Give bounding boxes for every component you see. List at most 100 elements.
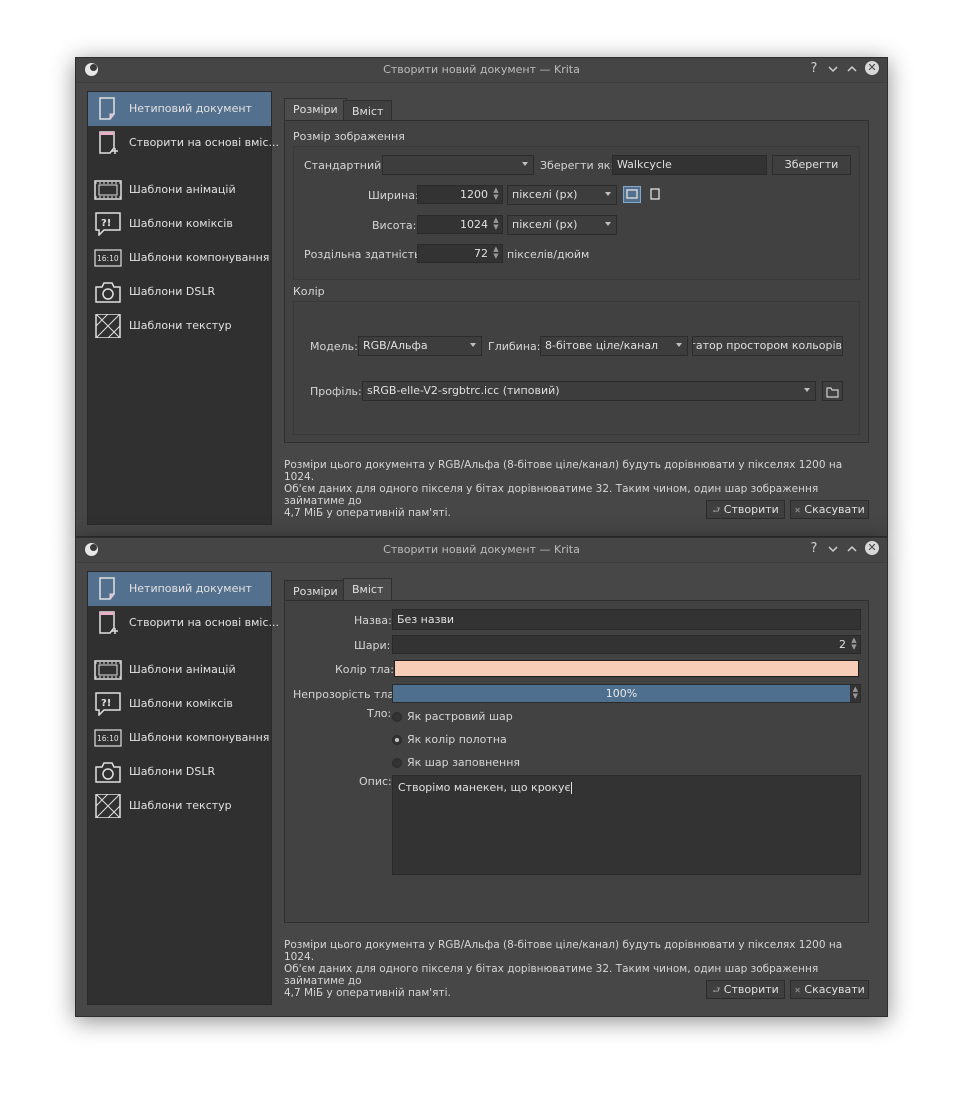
radio-button[interactable] xyxy=(392,735,402,745)
tab-dimensions[interactable]: Розміри xyxy=(284,580,347,601)
depth-label: Глибина: xyxy=(488,340,541,353)
layout-template-icon: 16:10 xyxy=(94,249,122,267)
opacity-value: 100% xyxy=(605,687,638,700)
comic-template-icon: ?! xyxy=(95,692,121,716)
create-button-label: Створити xyxy=(723,503,779,516)
save-preset-button[interactable]: Зберегти xyxy=(772,155,851,175)
new-from-clipboard-icon xyxy=(99,611,118,634)
cancel-icon: ✕ xyxy=(794,506,801,515)
dropdown-arrow-icon xyxy=(605,192,611,196)
background-opacity-slider[interactable]: 100% ▲ ▼ xyxy=(392,684,861,703)
width-label: Ширина: xyxy=(368,189,419,202)
info-line-2: Об'єм даних для одного пікселя у бітах д… xyxy=(284,963,819,987)
sidebar-item-label: Шаблони анімацій xyxy=(129,183,236,196)
sidebar-item-layout-templates[interactable]: 16:10 Шаблони компонування xyxy=(88,241,271,275)
landscape-icon xyxy=(626,189,638,199)
resolution-spinbox[interactable]: 72 ▲ ▼ xyxy=(417,244,503,263)
enter-icon: ⮐ xyxy=(712,986,721,996)
maximize-button[interactable] xyxy=(844,541,860,557)
spin-arrows-icon[interactable]: ▲ ▼ xyxy=(850,637,858,652)
radio-button[interactable] xyxy=(392,712,402,722)
layout-icon-text: 16:10 xyxy=(97,734,119,743)
sidebar-item-label: Шаблони DSLR xyxy=(129,765,216,778)
background-color-swatch[interactable] xyxy=(394,660,859,677)
height-value: 1024 xyxy=(460,218,488,231)
minimize-button[interactable] xyxy=(825,541,841,557)
resolution-unit: пікселів/дюйм xyxy=(507,248,590,261)
info-line-3: 4,7 МіБ у оперативній пам'яті. xyxy=(284,507,451,519)
content-panel: Назва: Без назви Шари: 2 ▲ ▼ Колір тла: Не… xyxy=(284,600,869,923)
cancel-button[interactable]: ✕ Скасувати xyxy=(790,500,869,519)
close-button[interactable]: ✕ xyxy=(865,541,879,555)
new-document-dialog-content: Створити новий документ — Krita ? ✕ Нети… xyxy=(75,537,888,1017)
title-bar: Створити новий документ — Krita ? ✕ xyxy=(76,538,887,563)
layers-spinbox[interactable]: 2 ▲ ▼ xyxy=(392,635,861,654)
dropdown-arrow-icon xyxy=(470,343,476,347)
help-button[interactable]: ? xyxy=(806,541,822,557)
create-button[interactable]: ⮐ Створити xyxy=(706,980,785,999)
tab-content[interactable]: Вміст xyxy=(343,100,393,121)
sidebar-item-from-clipboard[interactable]: Створити на основі вміс... xyxy=(88,606,279,640)
sidebar-item-label: Шаблони компонування xyxy=(129,731,270,744)
landscape-orientation-button[interactable] xyxy=(623,186,641,203)
color-depth-combo[interactable]: 8-бітове ціле/канал xyxy=(540,336,688,356)
sidebar-item-from-clipboard[interactable]: Створити на основі вміс... xyxy=(88,126,279,160)
tab-dimensions[interactable]: Розміри xyxy=(284,98,347,121)
color-model-combo[interactable]: RGB/Альфа xyxy=(358,336,482,356)
description-text: Створімо манекен, що крокує xyxy=(398,781,571,794)
open-profile-button[interactable] xyxy=(822,381,843,401)
portrait-orientation-button[interactable] xyxy=(647,186,663,203)
color-model-value: RGB/Альфа xyxy=(363,339,428,352)
width-spinbox[interactable]: 1200 ▲ ▼ xyxy=(417,185,503,204)
close-button[interactable]: ✕ xyxy=(865,61,879,75)
layers-value: 2 xyxy=(839,638,846,651)
sidebar-item-animation-templates[interactable]: Шаблони анімацій xyxy=(88,173,271,207)
cancel-button-label: Скасувати xyxy=(804,983,865,996)
profile-label: Профіль: xyxy=(310,385,362,398)
color-space-browser-button[interactable]: Навігатор простором кольорів xyxy=(692,336,843,356)
spin-arrows-icon[interactable]: ▲ ▼ xyxy=(492,187,500,202)
template-sidebar: Нетиповий документ Створити на основі вм… xyxy=(87,91,279,525)
width-unit-combo[interactable]: пікселі (px) xyxy=(507,185,617,205)
layout-icon-text: 16:10 xyxy=(97,254,119,263)
sidebar-item-animation-templates[interactable]: Шаблони анімацій xyxy=(88,653,271,687)
cancel-icon: ✕ xyxy=(794,986,801,995)
sidebar-item-texture-templates[interactable]: Шаблони текстур xyxy=(88,789,271,823)
create-button[interactable]: ⮐ Створити xyxy=(706,500,785,519)
spin-arrows-icon[interactable]: ▲ ▼ xyxy=(492,217,500,232)
camera-icon xyxy=(95,282,121,303)
resolution-value: 72 xyxy=(474,247,488,260)
sidebar-item-dslr-templates[interactable]: Шаблони DSLR xyxy=(88,275,271,309)
height-unit-combo[interactable]: пікселі (px) xyxy=(507,215,617,235)
sidebar-item-label: Шаблони текстур xyxy=(129,799,232,812)
cancel-button-label: Скасувати xyxy=(804,503,865,516)
sidebar-item-custom-document[interactable]: Нетиповий документ xyxy=(88,92,271,126)
cancel-button[interactable]: ✕ Скасувати xyxy=(790,980,869,999)
animation-template-icon xyxy=(94,660,122,680)
sidebar-item-texture-templates[interactable]: Шаблони текстур xyxy=(88,309,271,343)
sidebar-item-comic-templates[interactable]: ?! Шаблони комiксів xyxy=(88,207,271,241)
layout-template-icon: 16:10 xyxy=(94,729,122,747)
text-cursor xyxy=(570,782,572,794)
predefined-combo[interactable] xyxy=(382,155,534,175)
height-spinbox[interactable]: 1024 ▲ ▼ xyxy=(417,215,503,234)
help-button[interactable]: ? xyxy=(806,61,822,77)
save-as-input[interactable]: Walkcycle xyxy=(612,155,767,175)
sidebar-item-custom-document[interactable]: Нетиповий документ xyxy=(88,572,271,606)
color-group-label: Колір xyxy=(293,285,325,298)
document-name-input[interactable]: Без назви xyxy=(392,609,861,630)
spin-arrows-icon[interactable]: ▲ ▼ xyxy=(492,246,500,261)
color-profile-combo[interactable]: sRGB-elle-V2-srgbtrc.icc (типовий) xyxy=(362,381,816,401)
minimize-button[interactable] xyxy=(825,61,841,77)
spin-arrows-icon[interactable]: ▲ ▼ xyxy=(853,686,858,700)
sidebar-item-dslr-templates[interactable]: Шаблони DSLR xyxy=(88,755,271,789)
radio-button[interactable] xyxy=(392,758,402,768)
color-group xyxy=(293,301,860,435)
sidebar-item-comic-templates[interactable]: ?! Шаблони комiксів xyxy=(88,687,271,721)
info-line-1: Розміри цього документа у RGB/Альфа (8-б… xyxy=(284,939,843,963)
tab-content[interactable]: Вміст xyxy=(343,578,393,601)
window-title: Створити новий документ — Krita xyxy=(383,543,580,556)
description-textarea[interactable]: Створімо манекен, що крокує xyxy=(392,775,861,875)
sidebar-item-layout-templates[interactable]: 16:10 Шаблони компонування xyxy=(88,721,271,755)
maximize-button[interactable] xyxy=(844,61,860,77)
